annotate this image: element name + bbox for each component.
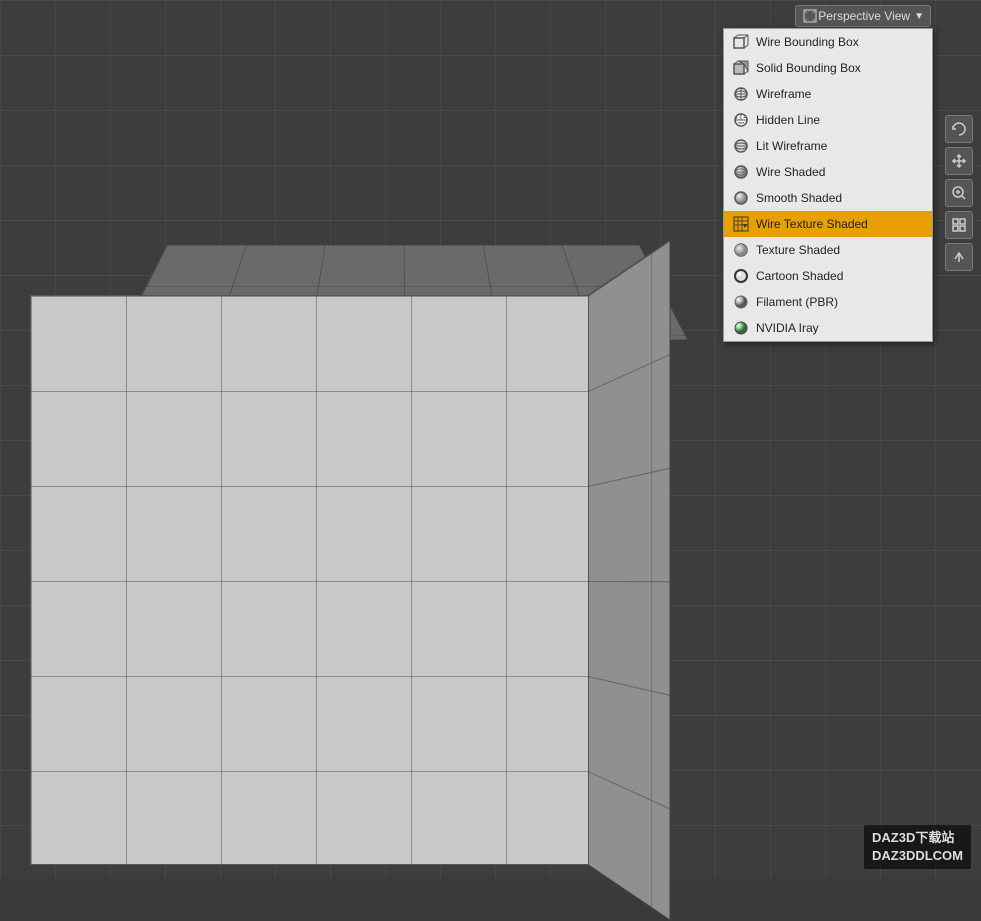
cube-right-face	[588, 239, 670, 921]
pan-button[interactable]	[945, 147, 973, 175]
menu-label-filament-pbr: Filament (PBR)	[756, 295, 838, 309]
menu-label-texture-shaded: Texture Shaded	[756, 243, 840, 257]
menu-item-wire-shaded[interactable]: Wire Shaded	[724, 159, 932, 185]
menu-item-wireframe[interactable]: Wireframe	[724, 81, 932, 107]
menu-label-hidden-line: Hidden Line	[756, 113, 820, 127]
menu-item-cartoon-shaded[interactable]: Cartoon Shaded	[724, 263, 932, 289]
view-selector-button[interactable]: Perspective View ▼	[795, 5, 931, 27]
perspective-icon	[802, 8, 818, 24]
menu-item-smooth-shaded[interactable]: Smooth Shaded	[724, 185, 932, 211]
menu-label-smooth-shaded: Smooth Shaded	[756, 191, 842, 205]
nvidia-iray-icon	[732, 319, 750, 337]
menu-item-hidden-line[interactable]: Hidden Line	[724, 107, 932, 133]
menu-label-nvidia-iray: NVIDIA Iray	[756, 321, 819, 335]
wireframe-icon	[732, 85, 750, 103]
menu-item-wire-bounding-box[interactable]: Wire Bounding Box	[724, 29, 932, 55]
wire-texture-shaded-icon	[732, 215, 750, 233]
wire-shaded-icon	[732, 163, 750, 181]
menu-label-cartoon-shaded: Cartoon Shaded	[756, 269, 843, 283]
menu-item-filament-pbr[interactable]: Filament (PBR)	[724, 289, 932, 315]
menu-item-texture-shaded[interactable]: Texture Shaded	[724, 237, 932, 263]
menu-item-nvidia-iray[interactable]: NVIDIA Iray	[724, 315, 932, 341]
filament-pbr-icon	[732, 293, 750, 311]
menu-item-wire-texture-shaded[interactable]: Wire Texture Shaded	[724, 211, 932, 237]
rotate-button[interactable]	[945, 115, 973, 143]
watermark: DAZ3D下载站 DAZ3DDLCOM	[864, 825, 971, 869]
dropdown-arrow-icon: ▼	[914, 11, 924, 22]
menu-item-lit-wireframe[interactable]: Lit Wireframe	[724, 133, 932, 159]
up-button[interactable]	[945, 243, 973, 271]
menu-label-wire-bounding-box: Wire Bounding Box	[756, 35, 859, 49]
menu-label-wire-shaded: Wire Shaded	[756, 165, 825, 179]
right-toolbar	[945, 35, 973, 271]
watermark-line1: DAZ3D下载站	[872, 829, 963, 847]
viewport: Perspective View ▼ Wire Bounding Box	[0, 0, 981, 879]
menu-label-wire-texture-shaded: Wire Texture Shaded	[756, 217, 868, 231]
cube-container	[30, 140, 650, 800]
view-mode-dropdown: Wire Bounding Box Solid Bounding Box	[723, 28, 933, 342]
menu-label-lit-wireframe: Lit Wireframe	[756, 139, 827, 153]
cartoon-shaded-icon	[732, 267, 750, 285]
zoom-button[interactable]	[945, 179, 973, 207]
cube-front-face	[30, 295, 600, 865]
menu-label-solid-bounding-box: Solid Bounding Box	[756, 61, 861, 75]
texture-shaded-icon	[732, 241, 750, 259]
smooth-shaded-icon	[732, 189, 750, 207]
watermark-line2: DAZ3DDLCOM	[872, 847, 963, 865]
hidden-line-icon	[732, 111, 750, 129]
wire-bounding-box-icon	[732, 33, 750, 51]
menu-label-wireframe: Wireframe	[756, 87, 811, 101]
menu-item-solid-bounding-box[interactable]: Solid Bounding Box	[724, 55, 932, 81]
solid-bounding-box-icon	[732, 59, 750, 77]
view-selector-label: Perspective View	[818, 9, 910, 23]
frame-button[interactable]	[945, 211, 973, 239]
lit-wireframe-icon	[732, 137, 750, 155]
